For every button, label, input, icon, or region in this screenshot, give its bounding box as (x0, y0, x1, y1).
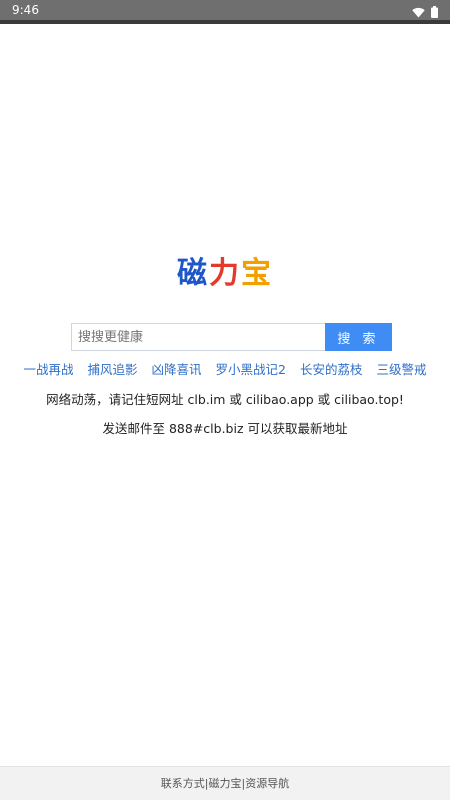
hot-link[interactable]: 罗小黑战记2 (216, 359, 286, 378)
footer-brand-link[interactable]: 磁力宝 (209, 777, 242, 790)
search-form: 搜 索 (71, 323, 392, 351)
footer-nav-link[interactable]: 资源导航 (245, 777, 289, 790)
hot-link[interactable]: 捕风追影 (88, 359, 138, 378)
hot-link[interactable]: 凶降喜讯 (152, 359, 202, 378)
hot-link[interactable]: 一战再战 (23, 359, 73, 378)
footer: 联系方式|磁力宝|资源导航 (0, 766, 450, 800)
domain-notice: 网络动荡，请记住短网址 clb.im 或 cilibao.app 或 cilib… (46, 392, 404, 407)
email-notice: 发送邮件至 888#clb.biz 可以获取最新地址 (102, 421, 348, 436)
logo-char-1: 磁 (177, 256, 209, 291)
search-button[interactable]: 搜 索 (325, 323, 392, 351)
hot-search-links: 一战再战 捕风追影 凶降喜讯 罗小黑战记2 长安的荔枝 三级警戒 (0, 359, 450, 378)
logo-char-2: 力 (209, 256, 241, 291)
logo-char-3: 宝 (241, 256, 273, 291)
hot-link[interactable]: 长安的荔枝 (300, 359, 363, 378)
search-input[interactable] (71, 323, 325, 351)
site-logo[interactable]: 磁力宝 (0, 248, 450, 292)
footer-contact-link[interactable]: 联系方式 (161, 777, 205, 790)
hot-link[interactable]: 三级警戒 (377, 359, 427, 378)
status-time: 9:46 (12, 3, 39, 17)
toolbar-shadow (0, 20, 450, 24)
status-bar: 9:46 (0, 0, 450, 20)
